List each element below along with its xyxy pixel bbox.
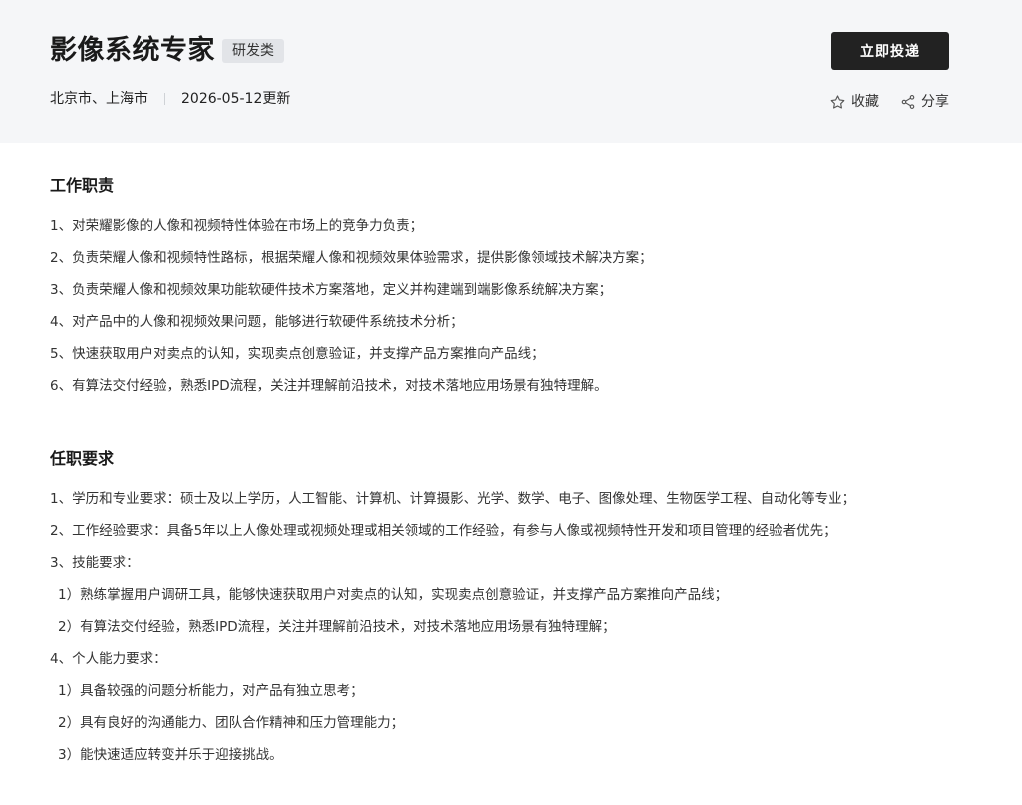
list-item: 1、学历和专业要求：硕士及以上学历，人工智能、计算机、计算摄影、光学、数学、电子… (50, 491, 856, 507)
meta-divider (164, 93, 165, 105)
responsibilities-list: 1、对荣耀影像的人像和视频特性体验在市场上的竞争力负责； 2、负责荣耀人像和视频… (50, 216, 653, 408)
favorite-button[interactable]: 收藏 (829, 92, 879, 112)
list-subitem: 2）具有良好的沟通能力、团队合作精神和压力管理能力； (58, 715, 405, 731)
responsibilities-title: 工作职责 (50, 176, 115, 195)
requirements-section: 任职要求 1、学历和专业要求：硕士及以上学历，人工智能、计算机、计算摄影、光学、… (50, 448, 855, 777)
list-item: 4、个人能力要求： (50, 651, 167, 667)
responsibilities-section: 工作职责 1、对荣耀影像的人像和视频特性体验在市场上的竞争力负责； 2、负责荣耀… (50, 175, 653, 408)
job-header: 影像系统专家 研发类 北京市、上海市 2026-05-12更新 立即投递 收藏 … (0, 0, 1022, 143)
requirements-list: 1、学历和专业要求：硕士及以上学历，人工智能、计算机、计算摄影、光学、数学、电子… (50, 489, 855, 777)
list-subitem: 1）具备较强的问题分析能力，对产品有独立思考； (58, 683, 364, 699)
list-subitem: 1）熟练掌握用户调研工具，能够快速获取用户对卖点的认知，实现卖点创意验证，并支撑… (58, 587, 729, 603)
favorite-label: 收藏 (851, 94, 879, 110)
job-actions: 收藏 分享 (829, 92, 949, 112)
list-item: 4、对产品中的人像和视频效果问题，能够进行软硬件系统技术分析； (50, 314, 464, 330)
list-subitem: 2）有算法交付经验，熟悉IPD流程，关注并理解前沿技术，对技术落地应用场景有独特… (58, 619, 616, 635)
list-item: 6、有算法交付经验，熟悉IPD流程，关注并理解前沿技术，对技术落地应用场景有独特… (50, 378, 608, 394)
apply-button[interactable]: 立即投递 (831, 32, 949, 70)
list-item: 2、负责荣耀人像和视频特性路标，根据荣耀人像和视频效果体验需求，提供影像领域技术… (50, 250, 653, 266)
star-outline-icon (830, 94, 845, 109)
job-meta: 北京市、上海市 2026-05-12更新 (50, 89, 290, 109)
share-button[interactable]: 分享 (900, 92, 949, 112)
list-item: 3、负责荣耀人像和视频效果功能软硬件技术方案落地，定义并构建端到端影像系统解决方… (50, 282, 613, 298)
job-locations: 北京市、上海市 (50, 91, 148, 107)
job-updated-date: 2026-05-12更新 (181, 91, 291, 107)
share-label: 分享 (921, 94, 949, 110)
requirements-title: 任职要求 (50, 449, 115, 468)
list-item: 2、工作经验要求：具备5年以上人像处理或视频处理或相关领域的工作经验，有参与人像… (50, 523, 837, 539)
share-nodes-icon (901, 95, 915, 109)
job-title: 影像系统专家 (50, 35, 215, 66)
list-item: 3、技能要求： (50, 555, 140, 571)
list-item: 5、快速获取用户对卖点的认知，实现卖点创意验证，并支撑产品方案推向产品线； (50, 346, 545, 362)
category-tag: 研发类 (222, 39, 284, 63)
list-subitem: 3）能快速适应转变并乐于迎接挑战。 (58, 747, 283, 763)
title-row: 影像系统专家 研发类 (50, 34, 284, 68)
list-item: 1、对荣耀影像的人像和视频特性体验在市场上的竞争力负责； (50, 218, 424, 234)
